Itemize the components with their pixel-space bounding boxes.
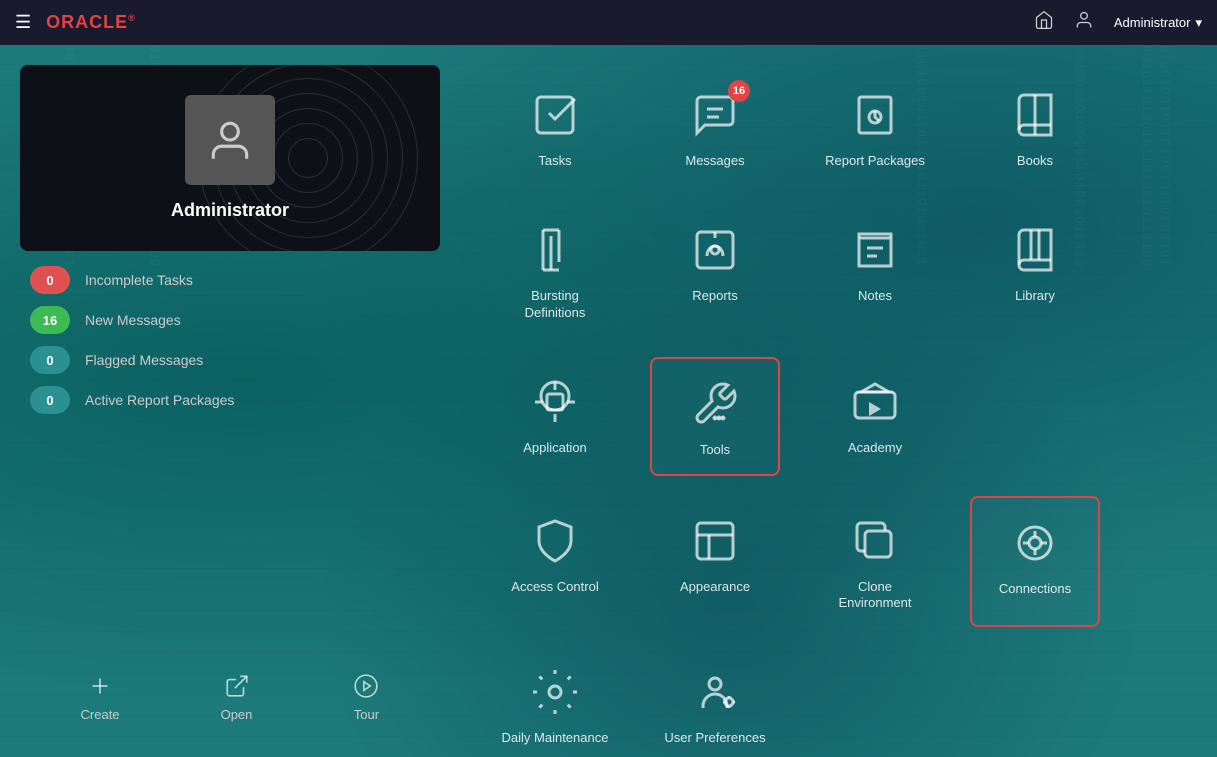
user-preferences-label: User Preferences — [664, 730, 765, 747]
reports-icon-wrapper — [685, 220, 745, 280]
notes-label: Notes — [858, 288, 892, 305]
app-library[interactable]: Library — [970, 205, 1100, 337]
new-messages-badge: 16 — [30, 306, 70, 334]
tasks-label: Tasks — [538, 153, 571, 170]
messages-icon-wrapper: 16 — [685, 85, 745, 145]
messages-label: Messages — [685, 153, 744, 170]
admin-label: Administrator — [1114, 15, 1191, 30]
app-notes[interactable]: Notes — [810, 205, 940, 337]
admin-menu[interactable]: Administrator ▾ — [1114, 15, 1202, 31]
app-messages[interactable]: 16 Messages — [650, 70, 780, 185]
stats-area: 0 Incomplete Tasks 16 New Messages 0 Fla… — [20, 266, 440, 414]
library-icon-wrapper — [1005, 220, 1065, 280]
app-access-control[interactable]: Access Control — [490, 496, 620, 628]
bursting-definitions-label: Bursting Definitions — [500, 288, 610, 322]
access-control-label: Access Control — [511, 579, 598, 596]
stat-row: 16 New Messages — [30, 306, 430, 334]
incomplete-tasks-badge: 0 — [30, 266, 70, 294]
left-panel: Administrator 0 Incomplete Tasks 16 New … — [0, 45, 460, 757]
app-reports[interactable]: Reports — [650, 205, 780, 337]
app-academy[interactable]: Academy — [810, 357, 940, 476]
appearance-icon-wrapper — [685, 511, 745, 571]
library-label: Library — [1015, 288, 1055, 305]
right-panel: Tasks 16 Messages — [460, 45, 1217, 757]
app-report-packages[interactable]: Report Packages — [810, 70, 940, 185]
user-icon[interactable] — [1074, 10, 1094, 35]
connections-label: Connections — [999, 581, 1071, 598]
dropdown-arrow: ▾ — [1195, 15, 1202, 31]
daily-maintenance-icon-wrapper — [525, 662, 585, 722]
home-icon[interactable] — [1034, 10, 1054, 35]
tools-label: Tools — [700, 442, 730, 459]
oracle-logo: ORACLE® — [46, 12, 136, 33]
bottom-actions: Create Open Tour — [20, 658, 440, 737]
app-tasks[interactable]: Tasks — [490, 70, 620, 185]
open-label: Open — [221, 707, 253, 722]
appearance-label: Appearance — [680, 579, 750, 596]
stat-row: 0 Active Report Packages — [30, 386, 430, 414]
app-connections[interactable]: Connections — [970, 496, 1100, 628]
user-preferences-icon-wrapper — [685, 662, 745, 722]
app-tools[interactable]: Tools — [650, 357, 780, 476]
clone-environment-label: Clone Environment — [820, 579, 930, 613]
app-books[interactable]: Books — [970, 70, 1100, 185]
apps-grid: Tasks 16 Messages — [490, 70, 1187, 757]
messages-notification: 16 — [728, 80, 750, 102]
academy-icon-wrapper — [845, 372, 905, 432]
tasks-icon-wrapper — [525, 85, 585, 145]
main-content: Administrator 0 Incomplete Tasks 16 New … — [0, 45, 1217, 757]
open-button[interactable]: Open — [221, 673, 253, 722]
avatar — [185, 95, 275, 185]
app-user-preferences[interactable]: User Preferences — [650, 647, 780, 757]
create-button[interactable]: Create — [81, 673, 120, 722]
create-label: Create — [81, 707, 120, 722]
menu-icon[interactable]: ☰ — [15, 12, 31, 33]
topbar: ☰ ORACLE® Administrator ▾ — [0, 0, 1217, 45]
incomplete-tasks-label: Incomplete Tasks — [85, 272, 193, 288]
active-report-packages-badge: 0 — [30, 386, 70, 414]
report-packages-label: Report Packages — [825, 153, 925, 170]
clone-environment-icon-wrapper — [845, 511, 905, 571]
app-daily-maintenance[interactable]: Daily Maintenance — [490, 647, 620, 757]
app-bursting-definitions[interactable]: Bursting Definitions — [490, 205, 620, 337]
topbar-right: Administrator ▾ — [1034, 10, 1202, 35]
connections-icon-wrapper — [1005, 513, 1065, 573]
flagged-messages-label: Flagged Messages — [85, 352, 203, 368]
bursting-icon-wrapper — [525, 220, 585, 280]
active-report-packages-label: Active Report Packages — [85, 392, 234, 408]
profile-name: Administrator — [171, 200, 289, 221]
books-icon-wrapper — [1005, 85, 1065, 145]
app-application[interactable]: Application — [490, 357, 620, 476]
academy-label: Academy — [848, 440, 902, 457]
daily-maintenance-label: Daily Maintenance — [502, 730, 609, 747]
application-label: Application — [523, 440, 587, 457]
profile-card: Administrator — [20, 65, 440, 251]
tour-label: Tour — [354, 707, 379, 722]
tools-icon-wrapper — [685, 374, 745, 434]
application-icon-wrapper — [525, 372, 585, 432]
flagged-messages-badge: 0 — [30, 346, 70, 374]
stat-row: 0 Incomplete Tasks — [30, 266, 430, 294]
access-control-icon-wrapper — [525, 511, 585, 571]
new-messages-label: New Messages — [85, 312, 181, 328]
books-label: Books — [1017, 153, 1053, 170]
app-appearance[interactable]: Appearance — [650, 496, 780, 628]
reports-label: Reports — [692, 288, 738, 305]
report-packages-icon-wrapper — [845, 85, 905, 145]
stat-row: 0 Flagged Messages — [30, 346, 430, 374]
app-clone-environment[interactable]: Clone Environment — [810, 496, 940, 628]
notes-icon-wrapper — [845, 220, 905, 280]
tour-button[interactable]: Tour — [353, 673, 379, 722]
